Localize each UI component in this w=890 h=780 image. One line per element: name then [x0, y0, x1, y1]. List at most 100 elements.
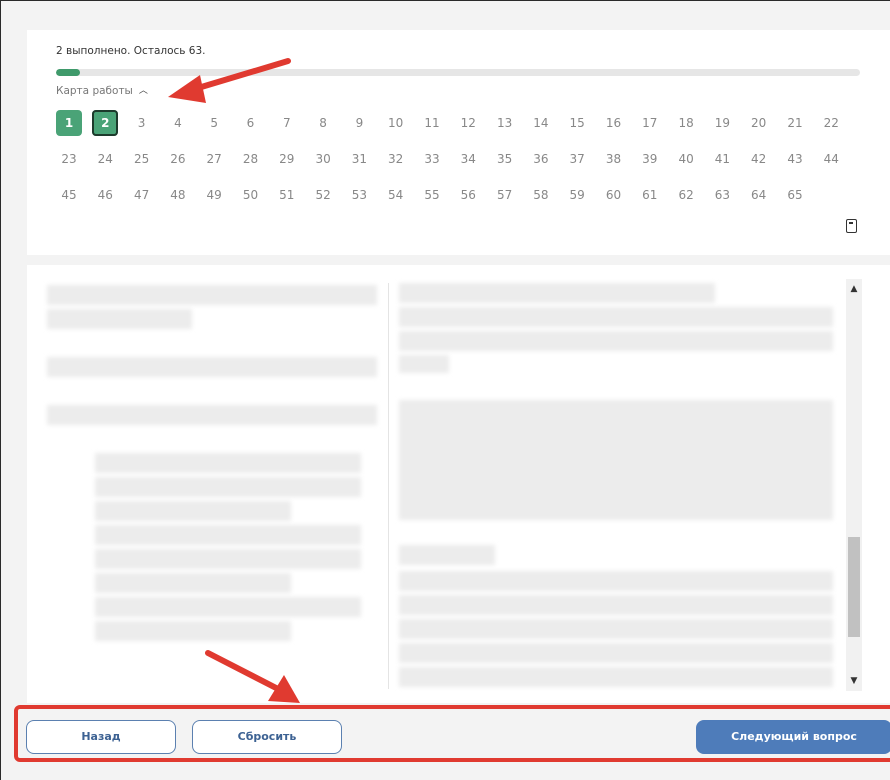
question-number-30[interactable]: 30 [310, 146, 336, 172]
blurred-content [399, 545, 495, 565]
question-number-1[interactable]: 1 [56, 110, 82, 136]
question-number-62[interactable]: 62 [673, 182, 699, 208]
question-number-49[interactable]: 49 [201, 182, 227, 208]
question-number-20[interactable]: 20 [746, 110, 772, 136]
content-scrollbar[interactable]: ▲ ▼ [846, 279, 862, 691]
question-number-4[interactable]: 4 [165, 110, 191, 136]
blurred-content [47, 405, 377, 425]
question-content-panel: ▲ ▼ [27, 265, 890, 703]
question-number-65[interactable]: 65 [782, 182, 808, 208]
blurred-content [399, 643, 833, 663]
question-number-60[interactable]: 60 [601, 182, 627, 208]
frame-border-left [0, 0, 1, 780]
question-number-42[interactable]: 42 [746, 146, 772, 172]
question-number-16[interactable]: 16 [601, 110, 627, 136]
progress-bar-fill [56, 69, 81, 76]
question-number-32[interactable]: 32 [383, 146, 409, 172]
question-number-25[interactable]: 25 [129, 146, 155, 172]
question-number-47[interactable]: 47 [129, 182, 155, 208]
calculator-icon[interactable] [846, 219, 857, 233]
question-number-53[interactable]: 53 [346, 182, 372, 208]
question-number-27[interactable]: 27 [201, 146, 227, 172]
question-number-13[interactable]: 13 [492, 110, 518, 136]
question-number-7[interactable]: 7 [274, 110, 300, 136]
question-number-50[interactable]: 50 [238, 182, 264, 208]
question-number-61[interactable]: 61 [637, 182, 663, 208]
question-number-57[interactable]: 57 [492, 182, 518, 208]
blurred-content [47, 285, 377, 305]
question-number-48[interactable]: 48 [165, 182, 191, 208]
question-number-14[interactable]: 14 [528, 110, 554, 136]
blurred-content [95, 501, 291, 521]
question-number-19[interactable]: 19 [709, 110, 735, 136]
frame-border-top [0, 0, 890, 1]
blurred-content [95, 597, 361, 617]
question-number-22[interactable]: 22 [818, 110, 844, 136]
blurred-content [399, 619, 833, 639]
blurred-content [399, 400, 833, 520]
blurred-content [399, 595, 833, 615]
question-number-44[interactable]: 44 [818, 146, 844, 172]
question-number-34[interactable]: 34 [455, 146, 481, 172]
question-number-3[interactable]: 3 [129, 110, 155, 136]
blurred-content [47, 357, 377, 377]
progress-text: 2 выполнено. Осталось 63. [56, 45, 206, 57]
question-number-24[interactable]: 24 [92, 146, 118, 172]
scroll-up-arrow-icon[interactable]: ▲ [846, 281, 862, 297]
question-number-64[interactable]: 64 [746, 182, 772, 208]
reset-button[interactable]: Сбросить [192, 720, 342, 754]
question-number-11[interactable]: 11 [419, 110, 445, 136]
question-number-36[interactable]: 36 [528, 146, 554, 172]
question-number-35[interactable]: 35 [492, 146, 518, 172]
question-number-54[interactable]: 54 [383, 182, 409, 208]
question-number-28[interactable]: 28 [238, 146, 264, 172]
question-number-45[interactable]: 45 [56, 182, 82, 208]
question-number-40[interactable]: 40 [673, 146, 699, 172]
question-number-55[interactable]: 55 [419, 182, 445, 208]
blurred-content [95, 525, 361, 545]
column-divider [388, 283, 389, 689]
question-number-31[interactable]: 31 [346, 146, 372, 172]
question-number-5[interactable]: 5 [201, 110, 227, 136]
blurred-content [95, 621, 291, 641]
blurred-content [95, 453, 361, 473]
scroll-down-arrow-icon[interactable]: ▼ [846, 673, 862, 689]
back-button[interactable]: Назад [26, 720, 176, 754]
next-question-button[interactable]: Следующий вопрос [696, 720, 890, 754]
question-number-26[interactable]: 26 [165, 146, 191, 172]
question-number-2[interactable]: 2 [92, 110, 119, 136]
question-number-56[interactable]: 56 [455, 182, 481, 208]
question-number-43[interactable]: 43 [782, 146, 808, 172]
question-number-23[interactable]: 23 [56, 146, 82, 172]
question-number-18[interactable]: 18 [673, 110, 699, 136]
progress-panel: 2 выполнено. Осталось 63. Карта работы ︿… [27, 30, 890, 255]
scrollbar-thumb[interactable] [848, 537, 860, 637]
question-number-9[interactable]: 9 [346, 110, 372, 136]
question-number-39[interactable]: 39 [637, 146, 663, 172]
question-number-51[interactable]: 51 [274, 182, 300, 208]
question-number-33[interactable]: 33 [419, 146, 445, 172]
question-number-46[interactable]: 46 [92, 182, 118, 208]
question-number-6[interactable]: 6 [238, 110, 264, 136]
question-number-37[interactable]: 37 [564, 146, 590, 172]
progress-bar [56, 69, 860, 76]
blurred-content [47, 309, 192, 329]
blurred-content [399, 667, 833, 687]
question-number-29[interactable]: 29 [274, 146, 300, 172]
question-number-59[interactable]: 59 [564, 182, 590, 208]
question-number-58[interactable]: 58 [528, 182, 554, 208]
question-number-15[interactable]: 15 [564, 110, 590, 136]
question-number-10[interactable]: 10 [383, 110, 409, 136]
question-number-63[interactable]: 63 [709, 182, 735, 208]
question-number-21[interactable]: 21 [782, 110, 808, 136]
question-number-17[interactable]: 17 [637, 110, 663, 136]
work-map-toggle[interactable]: Карта работы ︿ [56, 85, 148, 97]
question-number-52[interactable]: 52 [310, 182, 336, 208]
question-number-38[interactable]: 38 [601, 146, 627, 172]
question-number-12[interactable]: 12 [455, 110, 481, 136]
blurred-content [399, 571, 833, 591]
question-number-8[interactable]: 8 [310, 110, 336, 136]
work-map-label: Карта работы [56, 85, 133, 97]
question-number-41[interactable]: 41 [709, 146, 735, 172]
blurred-content [399, 283, 715, 303]
